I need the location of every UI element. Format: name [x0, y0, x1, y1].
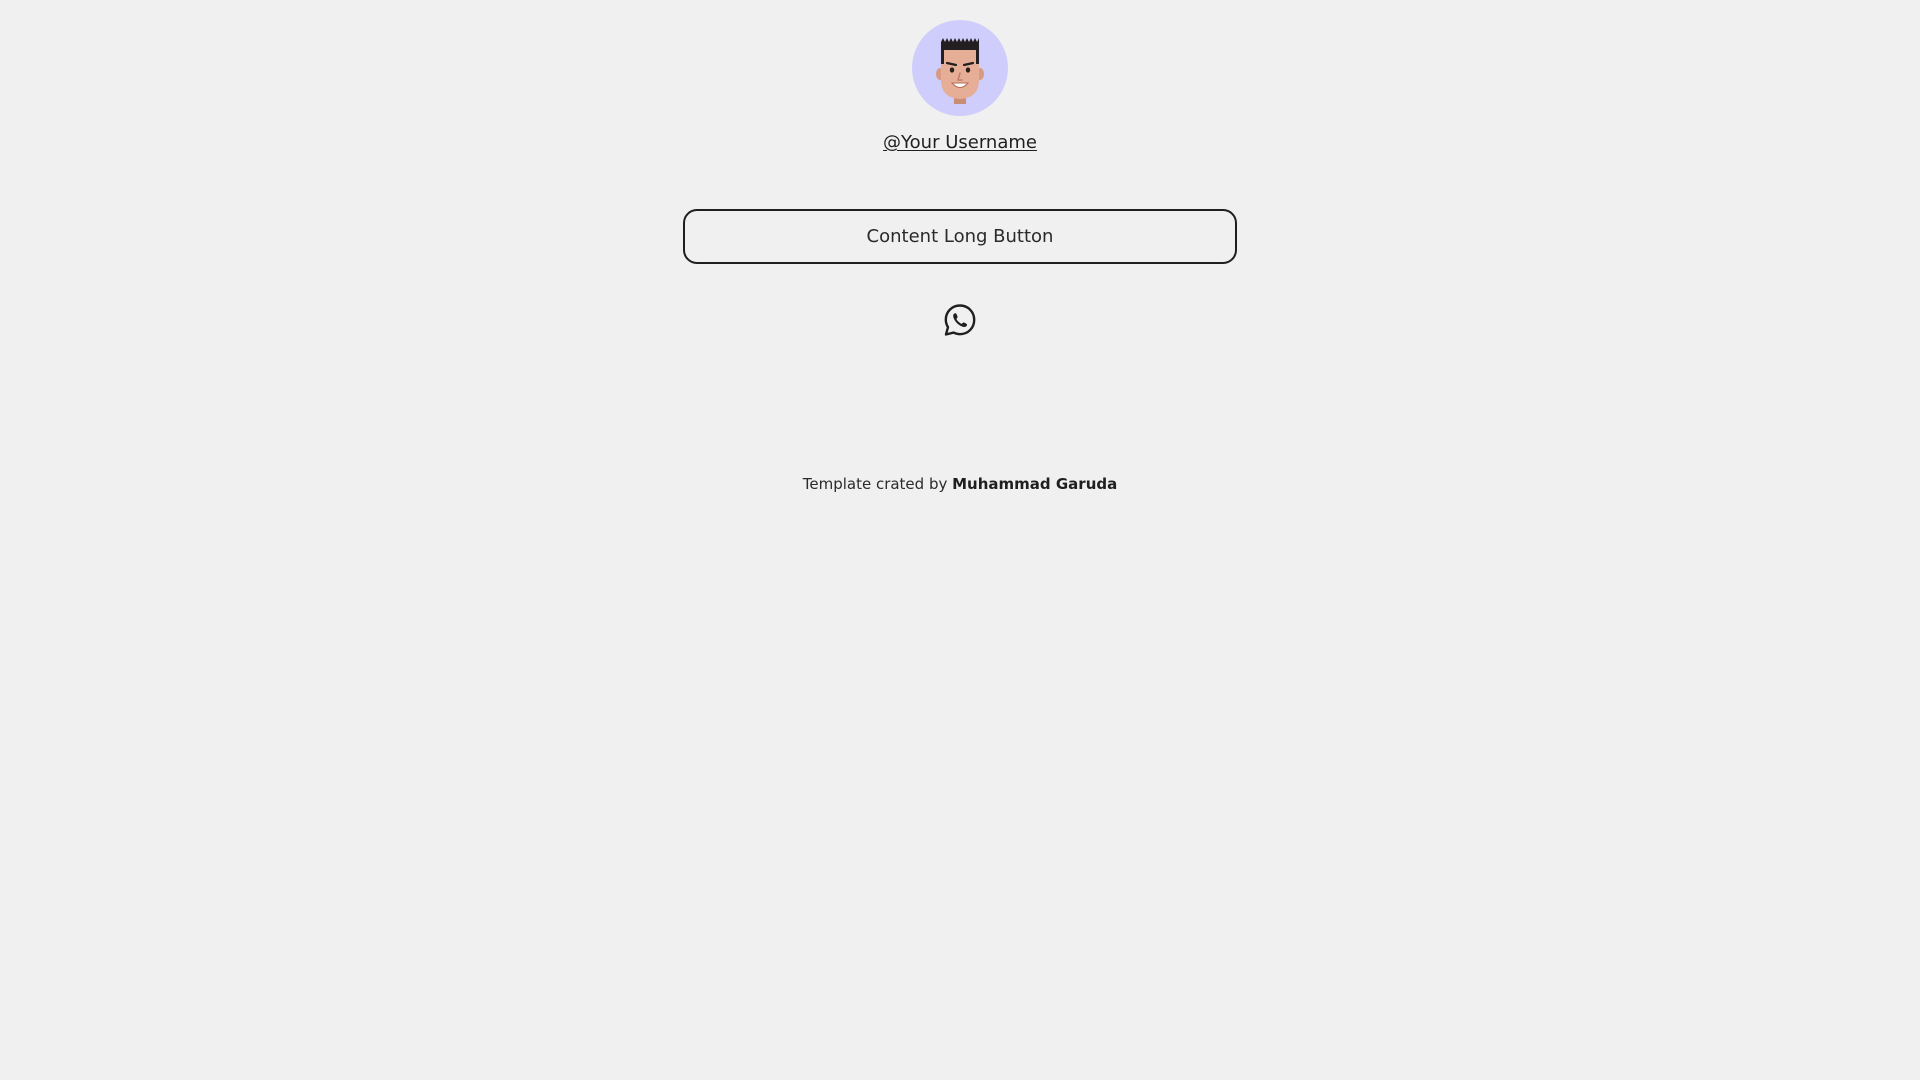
footer-author-link[interactable]: Muhammad Garuda	[952, 475, 1117, 493]
whatsapp-icon	[944, 304, 976, 336]
footer-credit: Template crated by Muhammad Garuda	[0, 473, 1920, 495]
avatar	[912, 20, 1008, 116]
username-row: @Your Username	[0, 130, 1920, 156]
content-long-button[interactable]: Content Long Button	[683, 209, 1237, 264]
whatsapp-link[interactable]	[943, 303, 977, 337]
avatar-face-icon	[936, 38, 984, 104]
footer-prefix: Template crated by	[802, 475, 953, 493]
username-link[interactable]: @Your Username	[883, 132, 1037, 153]
link-page: @Your Username Content Long Button Templ…	[0, 0, 1920, 1080]
